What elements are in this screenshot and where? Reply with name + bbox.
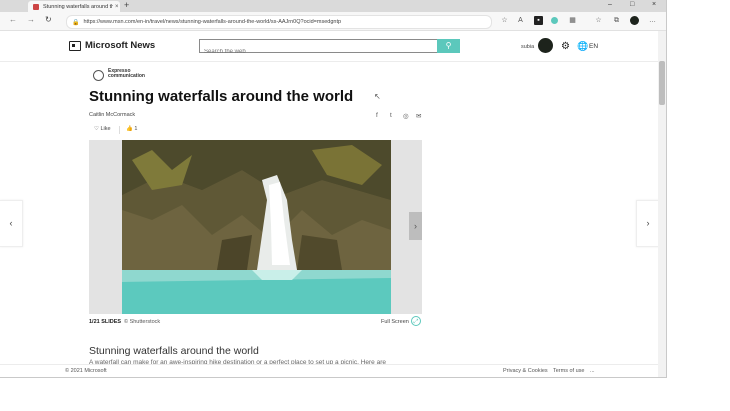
msn-logo-icon[interactable] [69, 41, 81, 51]
like-icon: ♡ [94, 126, 99, 132]
address-bar: ← → ↻ 🔒 https://www.msn.com/en-in/travel… [0, 12, 666, 31]
new-tab-icon[interactable]: + [124, 0, 129, 10]
previous-article-button[interactable]: ‹ [0, 200, 23, 247]
search-box [199, 39, 438, 57]
avatar[interactable] [538, 38, 553, 53]
favorite-star-icon[interactable]: ☆ [500, 16, 509, 25]
next-article-button[interactable]: › [636, 200, 660, 247]
page-footer: © 2021 Microsoft Privacy & Cookies Terms… [0, 364, 658, 377]
url-text: https://www.msn.com/en-in/travel/news/st… [83, 19, 342, 25]
scrollbar[interactable] [658, 31, 666, 377]
scrollbar-thumb[interactable] [659, 61, 665, 105]
author-name: Caitlin McCormack [89, 112, 136, 118]
globe-icon[interactable]: 🌐 [577, 41, 588, 52]
browser-window: Stunning waterfalls around the w... × + … [0, 0, 667, 378]
brand-name[interactable]: Microsoft News [85, 40, 155, 51]
chevron-left-icon: ‹ [9, 218, 13, 228]
close-icon[interactable]: × [652, 1, 656, 8]
full-screen-label[interactable]: Full Screen [381, 319, 409, 325]
privacy-link[interactable]: Privacy & Cookies [503, 368, 548, 374]
collections-icon[interactable]: ⧉ [612, 16, 621, 25]
browser-tab[interactable]: Stunning waterfalls around the w... × [28, 1, 120, 12]
waterfall-photo[interactable] [122, 140, 391, 314]
read-aloud-icon[interactable]: A [516, 16, 525, 25]
extension-teal-icon[interactable] [551, 17, 558, 24]
url-field[interactable]: 🔒 https://www.msn.com/en-in/travel/news/… [66, 15, 492, 29]
chevron-right-icon: › [414, 221, 417, 231]
like-button[interactable]: ♡ Like [94, 126, 111, 132]
search-button[interactable]: ⚲ [437, 39, 460, 53]
lock-icon: 🔒 [72, 19, 80, 26]
close-tab-icon[interactable]: × [115, 4, 119, 10]
expand-icon[interactable]: ⤢ [411, 316, 421, 326]
extension-icon[interactable]: ▪ [534, 16, 543, 25]
next-slide-button[interactable]: › [409, 212, 422, 240]
footer-more-link[interactable]: ... [590, 368, 595, 374]
reaction-button[interactable]: 👍 1 [126, 126, 137, 132]
more-icon[interactable]: … [648, 16, 657, 25]
minimize-icon[interactable]: – [608, 1, 612, 8]
refresh-icon[interactable]: ↻ [45, 15, 52, 24]
msn-favicon-icon [33, 3, 39, 10]
publisher-logo-icon[interactable] [93, 70, 104, 81]
maximize-icon[interactable]: □ [630, 1, 634, 8]
divider [119, 126, 120, 134]
profile-avatar[interactable] [630, 16, 639, 25]
search-icon: ⚲ [445, 41, 452, 50]
forward-icon[interactable]: → [27, 15, 35, 24]
slide-counter: 1/21 SLIDES [89, 319, 122, 325]
whatsapp-share-icon[interactable]: ◎ [403, 112, 409, 120]
publisher-name[interactable]: Expresso communication [108, 69, 158, 79]
reaction-count: 1 [134, 126, 138, 132]
article-subheading: Stunning waterfalls around the world [89, 345, 259, 357]
gear-icon[interactable]: ⚙ [561, 41, 570, 52]
like-label: Like [100, 126, 111, 132]
facebook-share-icon[interactable]: f [376, 112, 378, 119]
chevron-right-icon: › [646, 218, 650, 228]
user-name[interactable]: subia [521, 44, 534, 50]
email-share-icon[interactable]: ✉ [416, 112, 421, 120]
mouse-cursor-icon: ↖ [374, 92, 381, 101]
page-title: Stunning waterfalls around the world [89, 88, 354, 105]
waterfall-image-icon [122, 140, 391, 314]
thumbs-up-icon: 👍 [126, 126, 133, 132]
copyright-text: © 2021 Microsoft [65, 368, 107, 374]
msn-header: Microsoft News ⚲ subia ⚙ 🌐 EN [0, 31, 658, 62]
tab-strip: Stunning waterfalls around the w... × + … [0, 0, 666, 12]
terms-link[interactable]: Terms of use [553, 368, 584, 374]
language-label[interactable]: EN [589, 43, 598, 50]
search-input[interactable] [200, 47, 404, 57]
photo-credit: © Shutterstock [124, 319, 161, 325]
tab-title: Stunning waterfalls around the w... [43, 3, 113, 10]
twitter-share-icon[interactable]: t [390, 112, 392, 119]
back-icon[interactable]: ← [9, 15, 17, 24]
puzzle-icon[interactable]: ▦ [568, 16, 577, 25]
favorites-icon[interactable]: ☆ [594, 16, 603, 25]
